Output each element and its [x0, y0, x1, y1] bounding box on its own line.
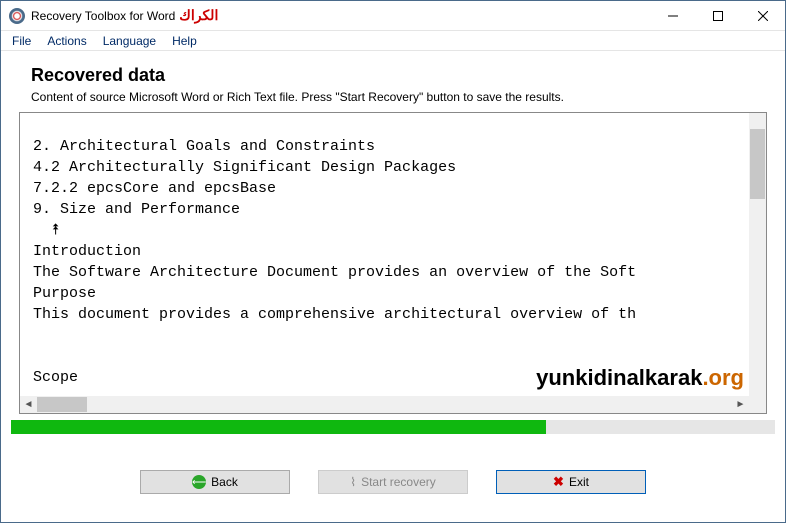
minimize-icon [668, 11, 678, 21]
exit-button[interactable]: ✖ Exit [496, 470, 646, 494]
arrow-left-icon: ⟵ [192, 475, 206, 489]
recovered-text[interactable]: ￼ 2. Architectural Goals and Constraints… [20, 113, 749, 396]
scroll-corner [749, 396, 766, 413]
back-button-label: Back [211, 475, 238, 489]
back-button[interactable]: ⟵ Back [140, 470, 290, 494]
wand-icon: ⌇ [350, 475, 356, 489]
page-description: Content of source Microsoft Word or Rich… [19, 90, 767, 104]
scroll-right-arrow-icon[interactable]: ► [732, 396, 749, 413]
menu-actions[interactable]: Actions [40, 32, 93, 50]
progress-bar-fill [11, 420, 546, 434]
app-icon [9, 8, 25, 24]
progress-bar-track [11, 420, 775, 434]
button-row: ⟵ Back ⌇ Start recovery ✖ Exit [1, 434, 785, 494]
menu-language[interactable]: Language [96, 32, 163, 50]
horizontal-scrollbar[interactable]: ◄ ► [20, 396, 749, 413]
scroll-left-arrow-icon[interactable]: ◄ [20, 396, 37, 413]
horizontal-scroll-track[interactable] [37, 396, 732, 413]
content-area: Recovered data Content of source Microso… [1, 51, 785, 414]
start-recovery-label: Start recovery [361, 475, 436, 489]
window-title-suffix: الكراك [179, 7, 218, 24]
menu-file[interactable]: File [5, 32, 38, 50]
vertical-scrollbar[interactable] [749, 113, 766, 396]
page-title: Recovered data [19, 65, 767, 86]
menubar: File Actions Language Help [1, 31, 785, 51]
start-recovery-button[interactable]: ⌇ Start recovery [318, 470, 468, 494]
maximize-button[interactable] [695, 1, 740, 30]
window-controls [650, 1, 785, 30]
close-button[interactable] [740, 1, 785, 30]
maximize-icon [713, 11, 723, 21]
recovered-text-panel: ￼ 2. Architectural Goals and Constraints… [19, 112, 767, 414]
close-icon [758, 11, 768, 21]
menu-help[interactable]: Help [165, 32, 204, 50]
titlebar: Recovery Toolbox for Word الكراك [1, 1, 785, 31]
horizontal-scroll-thumb[interactable] [37, 397, 87, 412]
window-title: Recovery Toolbox for Word [31, 9, 175, 23]
x-icon: ✖ [553, 474, 564, 490]
vertical-scroll-thumb[interactable] [750, 129, 765, 199]
minimize-button[interactable] [650, 1, 695, 30]
exit-button-label: Exit [569, 475, 589, 489]
